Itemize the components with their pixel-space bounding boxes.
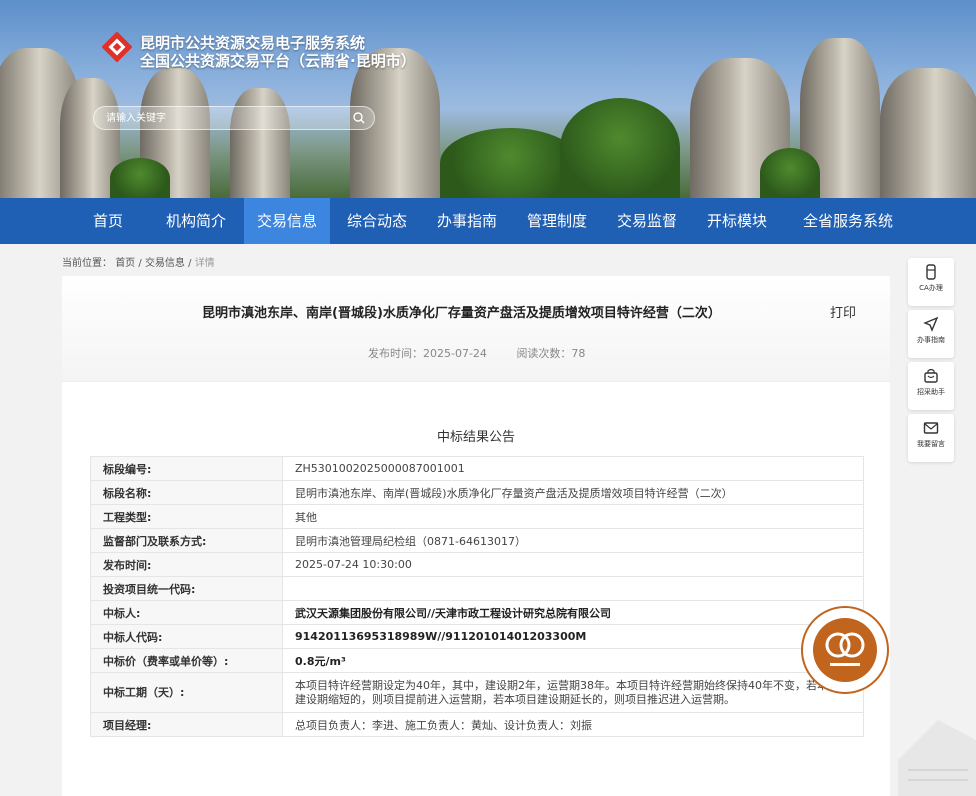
message-button[interactable]: 我要留言 <box>908 414 954 462</box>
table-row: 中标人: 武汉天源集团股份有限公司//天津市政工程设计研究总院有限公司 <box>90 600 864 625</box>
row-value: 武汉天源集团股份有限公司//天津市政工程设计研究总院有限公司 <box>282 600 864 625</box>
row-key: 发布时间: <box>90 552 283 577</box>
send-icon <box>923 316 939 332</box>
notice-title: 中标结果公告 <box>436 430 515 445</box>
row-value: 0.8元/m³ <box>282 648 864 673</box>
row-value: 总项目负责人：李进、施工负责人：黄灿、设计负责人：刘振 <box>282 712 864 737</box>
shopping-bag-icon <box>924 368 938 383</box>
site-title-line1: 昆明市公共资源交易电子服务系统 <box>140 34 366 52</box>
breadcrumb-prefix: 当前位置： <box>62 258 112 269</box>
main-nav: 首页 机构简介 交易信息 综合动态 办事指南 管理制度 交易监督 开标模块 全省… <box>0 198 976 244</box>
row-key: 标段编号: <box>90 456 283 481</box>
row-key: 中标人: <box>90 600 283 625</box>
breadcrumb-sep: / <box>138 258 142 269</box>
search-icon[interactable] <box>352 111 366 125</box>
site-logo-icon <box>102 32 132 62</box>
article-meta: 发布时间：2025-07-24 阅读次数：78 <box>368 345 585 361</box>
row-key: 工程类型: <box>90 504 283 529</box>
row-value <box>282 576 864 601</box>
row-key: 标段名称: <box>90 480 283 505</box>
banner-tree <box>560 98 680 198</box>
table-row: 监督部门及联系方式: 昆明市滇池管理局纪检组（0871-64613017） <box>90 528 864 553</box>
side-toolbar: CA办理 办事指南 招采助手 我要留言 <box>908 258 954 466</box>
row-key: 投资项目统一代码: <box>90 576 283 601</box>
message-label: 我要留言 <box>917 440 945 448</box>
nav-item-province-system[interactable]: 全省服务系统 <box>790 198 906 244</box>
nav-item-news[interactable]: 综合动态 <box>334 198 420 244</box>
usb-key-icon <box>926 264 936 280</box>
site-title: 昆明市公共资源交易电子服务系统 全国公共资源交易平台（云南省·昆明市） <box>140 34 416 70</box>
article-header: 昆明市滇池东岸、南岸(晋城段)水质净化厂存量资产盘活及提质增效项目特许经营（二次… <box>62 276 890 382</box>
search-input[interactable] <box>106 110 346 126</box>
row-key: 中标人代码: <box>90 624 283 649</box>
row-value: 本项目特许经营期设定为40年，其中，建设期2年，运营期38年。本项目特许经营期始… <box>282 672 864 713</box>
nav-item-rules[interactable]: 管理制度 <box>514 198 600 244</box>
banner-tree <box>440 128 580 198</box>
nav-item-bid-opening[interactable]: 开标模块 <box>694 198 780 244</box>
banner-rock <box>880 68 976 198</box>
publish-time: 发布时间：2025-07-24 <box>368 347 487 360</box>
breadcrumb-sep: / <box>188 258 192 269</box>
table-row: 中标工期（天）: 本项目特许经营期设定为40年，其中，建设期2年，运营期38年。本… <box>90 672 864 713</box>
table-row: 中标价（费率或单价等）: 0.8元/m³ <box>90 648 864 673</box>
row-value: ZH5301002025000087001001 <box>282 456 864 481</box>
ca-label: CA办理 <box>919 284 943 292</box>
breadcrumb-section[interactable]: 交易信息 <box>145 258 185 269</box>
table-row: 工程类型: 其他 <box>90 504 864 529</box>
row-value: 昆明市滇池东岸、南岸(晋城段)水质净化厂存量资产盘活及提质增效项目特许经营（二次… <box>282 480 864 505</box>
row-value: 昆明市滇池管理局纪检组（0871-64613017） <box>282 528 864 553</box>
article-card: 昆明市滇池东岸、南岸(晋城段)水质净化厂存量资产盘活及提质增效项目特许经营（二次… <box>62 276 890 796</box>
nav-item-home[interactable]: 首页 <box>78 198 138 244</box>
row-value: 91420113695318989W//91120101401203300M <box>282 624 864 649</box>
row-key: 中标价（费率或单价等）: <box>90 648 283 673</box>
nav-item-guide[interactable]: 办事指南 <box>424 198 510 244</box>
decorative-building-icon <box>898 720 976 796</box>
procurement-assistant-button[interactable]: 招采助手 <box>908 362 954 410</box>
table-row: 标段名称: 昆明市滇池东岸、南岸(晋城段)水质净化厂存量资产盘活及提质增效项目特许… <box>90 480 864 505</box>
guide-button[interactable]: 办事指南 <box>908 310 954 358</box>
row-value: 其他 <box>282 504 864 529</box>
nav-item-supervision[interactable]: 交易监督 <box>604 198 690 244</box>
view-count: 阅读次数：78 <box>516 347 586 360</box>
nav-item-about[interactable]: 机构简介 <box>152 198 240 244</box>
procurement-assistant-label: 招采助手 <box>917 388 945 396</box>
banner-rock <box>230 88 290 198</box>
row-key: 中标工期（天）: <box>90 672 283 713</box>
banner-tree <box>110 158 170 198</box>
row-value: 2025-07-24 10:30:00 <box>282 552 864 577</box>
mail-icon <box>923 422 939 434</box>
table-row: 项目经理: 总项目负责人：李进、施工负责人：黄灿、设计负责人：刘振 <box>90 712 864 737</box>
breadcrumb: 当前位置： 首页 / 交易信息 / 详情 <box>62 254 215 269</box>
search-box <box>93 106 375 130</box>
table-row: 发布时间: 2025-07-24 10:30:00 <box>90 552 864 577</box>
article-title: 昆明市滇池东岸、南岸(晋城段)水质净化厂存量资产盘活及提质增效项目特许经营（二次… <box>202 306 721 321</box>
ca-button[interactable]: CA办理 <box>908 258 954 306</box>
site-title-line2: 全国公共资源交易平台（云南省·昆明市） <box>140 52 416 70</box>
award-info-table: 标段编号: ZH5301002025000087001001 标段名称: 昆明市滇池东… <box>90 456 864 737</box>
nav-item-trade-info[interactable]: 交易信息 <box>244 198 330 244</box>
breadcrumb-home[interactable]: 首页 <box>115 258 135 269</box>
banner-tree <box>760 148 820 198</box>
row-key: 项目经理: <box>90 712 283 737</box>
table-row: 标段编号: ZH5301002025000087001001 <box>90 456 864 481</box>
breadcrumb-current: 详情 <box>194 258 215 269</box>
table-row: 投资项目统一代码: <box>90 576 864 601</box>
table-row: 中标人代码: 91420113695318989W//91120101401203… <box>90 624 864 649</box>
certification-seal-icon <box>801 606 889 694</box>
guide-label: 办事指南 <box>917 336 945 344</box>
header-banner: 昆明市公共资源交易电子服务系统 全国公共资源交易平台（云南省·昆明市） <box>0 0 976 198</box>
row-key: 监督部门及联系方式: <box>90 528 283 553</box>
print-button[interactable]: 打印 <box>830 302 856 321</box>
